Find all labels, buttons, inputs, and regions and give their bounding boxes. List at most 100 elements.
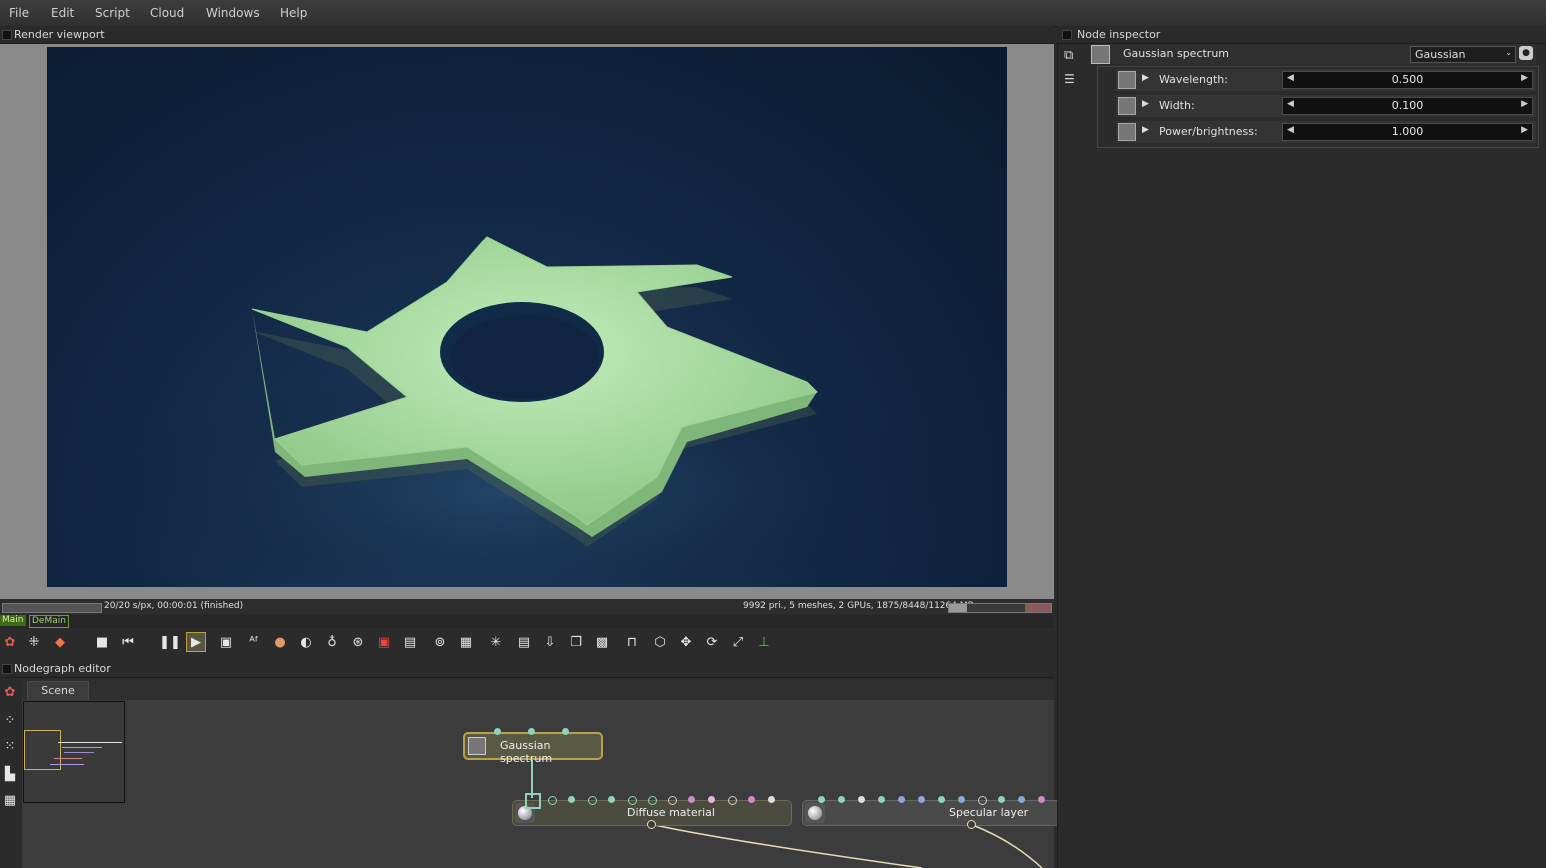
pause-icon[interactable]: ❚❚ (159, 632, 181, 652)
menu-windows[interactable]: Windows (206, 6, 260, 20)
node-pin[interactable] (1018, 796, 1025, 803)
node-pin[interactable] (938, 796, 945, 803)
node-tree-icon[interactable]: ⁙ (0, 736, 20, 756)
panel-toggle-icon[interactable] (2, 664, 12, 674)
color-wheel-icon[interactable]: ● (270, 632, 290, 652)
eye-icon[interactable]: ● (1519, 46, 1533, 60)
rotate-icon[interactable]: ⟳ (702, 632, 722, 652)
node-pin[interactable] (998, 796, 1005, 803)
clipboard-icon[interactable]: ▤ (514, 632, 534, 652)
node-pin[interactable] (568, 796, 575, 803)
render-status-right: 9992 pri., 5 meshes, 2 GPUs, 1875/8448/1… (743, 601, 974, 611)
node-pin[interactable] (878, 796, 885, 803)
node-pin[interactable] (858, 796, 865, 803)
node-pin[interactable] (978, 796, 987, 805)
width-slider[interactable]: ◀ 0.100 ▶ (1282, 97, 1533, 115)
node-pin[interactable] (918, 796, 925, 803)
nodegraph-canvas[interactable]: Gaussian spectrum Diffuse material Specu… (22, 700, 1064, 868)
node-layout-icon[interactable]: ⁘ (0, 710, 20, 730)
expand-arrow-icon[interactable]: ▶ (1142, 125, 1149, 135)
node-pin[interactable] (838, 796, 845, 803)
increment-icon[interactable]: ▶ (1521, 125, 1528, 135)
node-pin[interactable] (588, 796, 597, 805)
node-pin[interactable] (708, 796, 715, 803)
node-pin[interactable] (768, 796, 775, 803)
node-pin[interactable] (958, 796, 965, 803)
lock-view-icon[interactable]: ⊚ (430, 632, 450, 652)
panel-toggle-icon[interactable] (2, 30, 12, 40)
tab-main[interactable]: Main (0, 615, 26, 626)
axis-icon[interactable]: ⊥ (754, 632, 774, 652)
node-pin[interactable] (748, 796, 755, 803)
param-value: 1.000 (1391, 125, 1424, 138)
node-grid-icon[interactable]: ▦ (0, 790, 20, 810)
tab-demain[interactable]: DeMain (29, 615, 69, 628)
grid-icon[interactable]: ▦ (456, 632, 476, 652)
film-region-icon[interactable]: ▤ (400, 632, 420, 652)
tab-scene[interactable]: Scene (27, 681, 89, 701)
node-pin[interactable] (648, 796, 657, 805)
connected-pin-icon[interactable] (525, 793, 541, 809)
node-pin[interactable] (548, 796, 557, 805)
network-icon[interactable]: ⁜ (24, 632, 44, 652)
render-image[interactable] (47, 47, 1007, 587)
diffuse-node-label: Diffuse material (627, 806, 715, 819)
power-brightness-slider[interactable]: ◀ 1.000 ▶ (1282, 123, 1533, 141)
spectrum-type-dropdown[interactable]: Gaussian ⌄ (1410, 46, 1516, 63)
specular-layer-node[interactable]: Specular layer (802, 800, 1064, 826)
node-pin[interactable] (528, 728, 535, 735)
octane-logo-icon[interactable]: ✿ (0, 632, 20, 652)
menu-help[interactable]: Help (280, 6, 307, 20)
menu-edit[interactable]: Edit (51, 6, 74, 20)
play-icon[interactable]: ▶ (186, 632, 206, 652)
node-pin[interactable] (818, 796, 825, 803)
fit-icon[interactable]: ⤢ (728, 632, 748, 652)
menu-cloud[interactable]: Cloud (150, 6, 184, 20)
node-output-pin[interactable] (647, 820, 656, 829)
node-pin[interactable] (562, 728, 569, 735)
expand-arrow-icon[interactable]: ▶ (1142, 73, 1149, 83)
render-progress-bar (2, 603, 102, 613)
collapse-icon[interactable]: ☰ (1064, 72, 1075, 86)
layers-icon[interactable]: ❐ (566, 632, 586, 652)
menu-file[interactable]: File (9, 6, 29, 20)
node-pin[interactable] (608, 796, 615, 803)
node-list-icon[interactable]: ⧉ (1064, 48, 1073, 63)
param-label: Width: (1159, 99, 1195, 112)
rewind-icon[interactable]: ⏮ (118, 632, 138, 652)
expand-arrow-icon[interactable]: ▶ (1142, 99, 1149, 109)
node-output-pin[interactable] (967, 820, 976, 829)
node-pin[interactable] (1038, 796, 1045, 803)
monitor-icon[interactable]: ▣ (216, 632, 236, 652)
node-stack-icon[interactable]: ▙ (0, 764, 20, 784)
node-pin[interactable] (728, 796, 737, 805)
region-render-icon[interactable]: ▣ (374, 632, 394, 652)
sparkle-icon[interactable]: ✳ (486, 632, 506, 652)
cube-color-icon[interactable]: ◆ (50, 632, 70, 652)
checker-icon[interactable]: ▩ (592, 632, 612, 652)
object-picker-icon[interactable]: ♁ (322, 632, 342, 652)
material-picker-icon[interactable]: ◐ (296, 632, 316, 652)
node-pin[interactable] (668, 796, 677, 805)
increment-icon[interactable]: ▶ (1521, 99, 1528, 109)
increment-icon[interactable]: ▶ (1521, 73, 1528, 83)
gaussian-spectrum-node[interactable]: Gaussian spectrum (463, 732, 603, 765)
panel-toggle-icon[interactable] (1062, 30, 1072, 40)
node-pin[interactable] (628, 796, 637, 805)
move-icon[interactable]: ✥ (676, 632, 696, 652)
focus-picker-icon[interactable]: ⊛ (348, 632, 368, 652)
wavelength-slider[interactable]: ◀ 0.500 ▶ (1282, 71, 1533, 89)
octane-logo-icon[interactable]: ✿ (0, 682, 20, 702)
node-pin[interactable] (688, 796, 695, 803)
autofocus-icon[interactable]: ᴬᶠ (244, 632, 264, 652)
import-icon[interactable]: ⇩ (540, 632, 560, 652)
stop-icon[interactable]: ■ (92, 632, 112, 652)
gaussian-node-label: Gaussian spectrum (500, 739, 553, 765)
nodegraph-side-toolbar: ✿ ⁘ ⁙ ▙ ▦ (0, 678, 22, 868)
node-pin[interactable] (494, 728, 501, 735)
menu-script[interactable]: Script (95, 6, 130, 20)
chevron-down-icon: ⌄ (1505, 48, 1512, 57)
box-select-icon[interactable]: ⬡ (650, 632, 670, 652)
lock-icon[interactable]: ⊓ (622, 632, 642, 652)
node-pin[interactable] (898, 796, 905, 803)
